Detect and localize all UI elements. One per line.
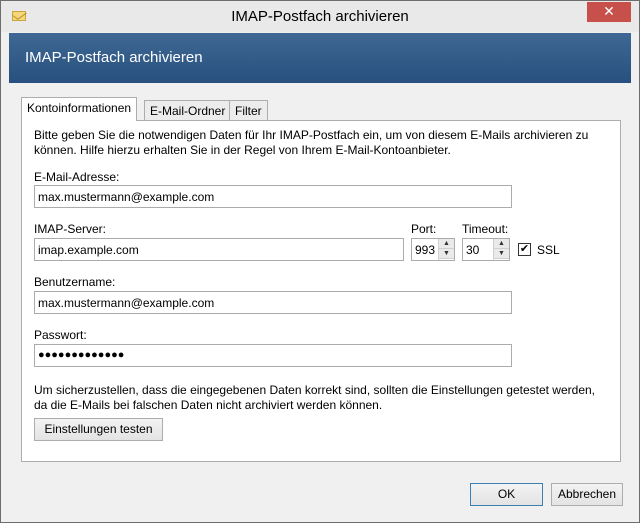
header-banner: IMAP-Postfach archivieren (9, 33, 631, 83)
port-label: Port: (411, 222, 437, 236)
spin-down-icon[interactable]: ▼ (494, 249, 509, 259)
close-button[interactable]: ✕ (587, 2, 631, 22)
server-label: IMAP-Server: (34, 222, 107, 236)
username-field[interactable]: max.mustermann@example.com (34, 291, 512, 314)
ok-button[interactable]: OK (470, 483, 543, 506)
port-spinner[interactable]: ▲ ▼ (438, 239, 454, 260)
email-field[interactable]: max.mustermann@example.com (34, 185, 512, 208)
spin-up-icon[interactable]: ▲ (494, 239, 509, 249)
ssl-checkbox[interactable]: ✔ (518, 243, 531, 256)
port-value: 993 (415, 243, 436, 257)
timeout-spinner[interactable]: ▲ ▼ (493, 239, 509, 260)
timeout-value: 30 (466, 243, 480, 257)
dialog-content: Kontoinformationen E-Mail-Ordner Filter … (9, 83, 631, 474)
port-stepper[interactable]: 993 ▲ ▼ (411, 238, 455, 261)
tab-filter[interactable]: Filter (229, 100, 268, 120)
password-field[interactable]: ●●●●●●●●●●●●● (34, 344, 512, 367)
spin-down-icon[interactable]: ▼ (439, 249, 454, 259)
tab-panel-kontoinformationen: Bitte geben Sie die notwendigen Daten fü… (21, 120, 621, 462)
server-field[interactable]: imap.example.com (34, 238, 404, 261)
test-settings-button[interactable]: Einstellungen testen (34, 418, 163, 441)
title-bar[interactable]: IMAP-Postfach archivieren ✕ (1, 1, 639, 32)
email-label: E-Mail-Adresse: (34, 170, 120, 184)
spin-up-icon[interactable]: ▲ (439, 239, 454, 249)
cancel-button[interactable]: Abbrechen (551, 483, 623, 506)
intro-text: Bitte geben Sie die notwendigen Daten fü… (34, 128, 589, 157)
window-title: IMAP-Postfach archivieren (231, 8, 409, 25)
ssl-label: SSL (537, 243, 560, 257)
tab-email-ordner[interactable]: E-Mail-Ordner (144, 100, 232, 120)
test-hint-text: Um sicherzustellen, dass die eingegebene… (34, 383, 595, 412)
timeout-label: Timeout: (462, 222, 509, 236)
dialog-heading: IMAP-Postfach archivieren (25, 49, 203, 66)
timeout-stepper[interactable]: 30 ▲ ▼ (462, 238, 510, 261)
dialog-footer: OK Abbrechen (9, 474, 631, 516)
dialog-window: IMAP-Postfach archivieren ✕ IMAP-Postfac… (0, 0, 640, 523)
username-label: Benutzername: (34, 275, 116, 289)
tab-kontoinformationen[interactable]: Kontoinformationen (21, 97, 138, 121)
password-label: Passwort: (34, 328, 87, 342)
